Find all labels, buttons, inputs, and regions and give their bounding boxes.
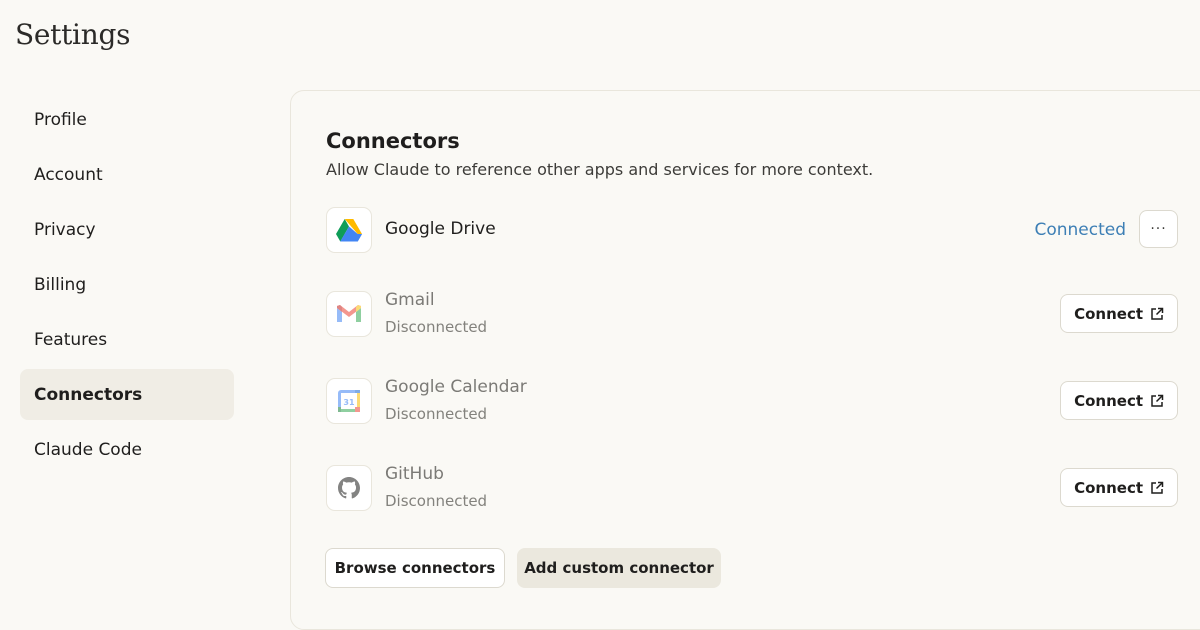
google-drive-icon [326, 207, 372, 253]
external-link-icon [1151, 307, 1164, 320]
external-link-icon [1151, 394, 1164, 407]
external-link-icon [1151, 481, 1164, 494]
connector-status: Disconnected [385, 405, 488, 423]
sidebar-item-connectors[interactable]: Connectors [20, 369, 234, 420]
connectors-panel: Connectors Allow Claude to reference oth… [290, 90, 1200, 630]
sidebar-item-features[interactable]: Features [20, 314, 234, 365]
sidebar-item-label: Privacy [34, 219, 96, 240]
more-options-button[interactable]: ··· [1139, 210, 1178, 248]
connect-button[interactable]: Connect [1060, 381, 1178, 420]
sidebar-item-account[interactable]: Account [20, 149, 234, 200]
connector-name: GitHub [385, 464, 444, 484]
connected-status: Connected [1034, 220, 1126, 240]
sidebar-item-claude-code[interactable]: Claude Code [20, 424, 234, 475]
connect-button[interactable]: Connect [1060, 468, 1178, 507]
sidebar-item-label: Claude Code [34, 439, 142, 460]
connector-name: Gmail [385, 290, 435, 310]
connector-row-google-calendar: 31 Google Calendar Disconnected Connect [326, 377, 1178, 426]
sidebar-item-label: Features [34, 329, 108, 350]
sidebar-item-privacy[interactable]: Privacy [20, 204, 234, 255]
github-icon [326, 465, 372, 511]
connector-row-github: GitHub Disconnected Connect [326, 464, 1178, 513]
connect-button-label: Connect [1074, 478, 1143, 497]
connector-row-gmail: Gmail Disconnected Connect [326, 290, 1178, 339]
sidebar-item-billing[interactable]: Billing [20, 259, 234, 310]
section-description: Allow Claude to reference other apps and… [326, 160, 874, 179]
connect-button-label: Connect [1074, 304, 1143, 323]
page-title: Settings [15, 18, 131, 51]
sidebar-item-label: Connectors [34, 384, 143, 405]
connector-status: Disconnected [385, 492, 488, 510]
connect-button-label: Connect [1074, 391, 1143, 410]
connector-status: Disconnected [385, 318, 488, 336]
sidebar-item-label: Billing [34, 274, 87, 295]
sidebar-item-profile[interactable]: Profile [20, 94, 234, 145]
gmail-icon [326, 291, 372, 337]
google-calendar-icon: 31 [326, 378, 372, 424]
connector-name: Google Calendar [385, 377, 527, 397]
connector-row-google-drive: Google Drive Connected ··· [326, 207, 1178, 255]
settings-sidebar: Profile Account Privacy Billing Features… [20, 94, 234, 479]
connector-name: Google Drive [385, 219, 496, 239]
browse-connectors-button[interactable]: Browse connectors [325, 548, 505, 588]
add-custom-connector-button[interactable]: Add custom connector [517, 548, 721, 588]
sidebar-item-label: Account [34, 164, 103, 185]
section-title: Connectors [326, 129, 460, 153]
connect-button[interactable]: Connect [1060, 294, 1178, 333]
svg-text:31: 31 [343, 398, 355, 407]
sidebar-item-label: Profile [34, 109, 87, 130]
